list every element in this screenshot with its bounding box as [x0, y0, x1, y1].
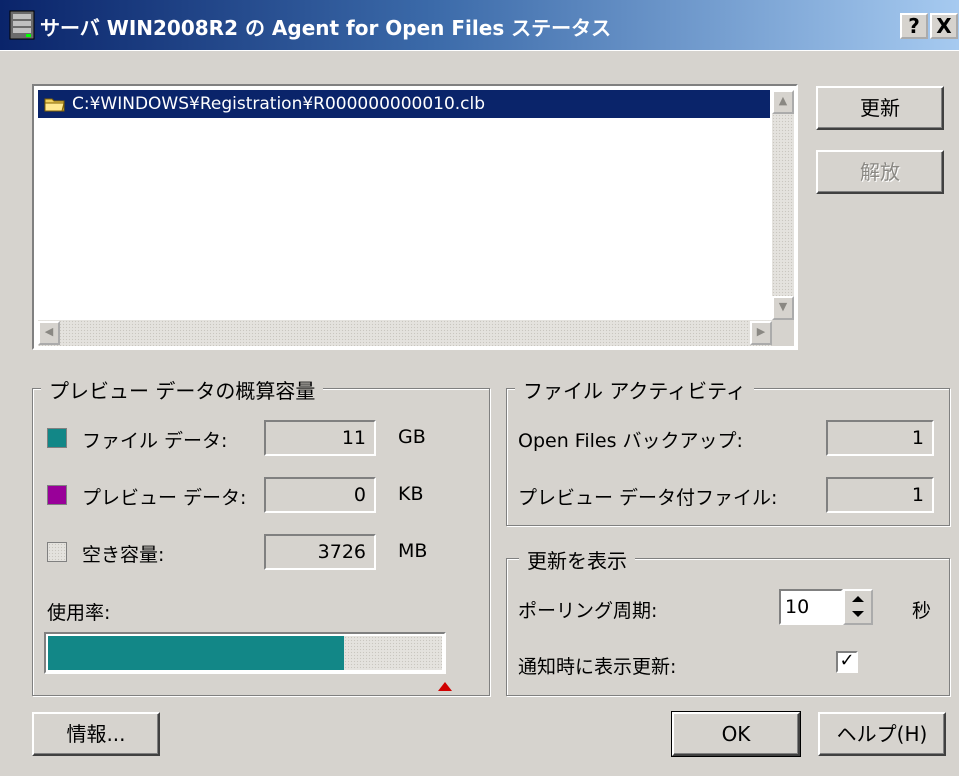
- polling-interval-input[interactable]: 10: [779, 589, 843, 625]
- refresh-button[interactable]: 更新: [816, 86, 944, 130]
- list-item-path: C:¥WINDOWS¥Registration¥R000000000010.cl…: [72, 94, 486, 114]
- notify-refresh-checkbox[interactable]: ✓: [836, 651, 858, 673]
- preview-data-color-swatch: [47, 485, 67, 505]
- threshold-marker-icon: [438, 682, 452, 691]
- horizontal-scrollbar[interactable]: ◀ ▶: [38, 320, 772, 346]
- scroll-right-icon[interactable]: ▶: [750, 321, 772, 345]
- polling-interval-spinner[interactable]: [843, 589, 873, 625]
- file-data-color-swatch: [47, 428, 67, 448]
- preview-group-title: プレビュー データの概算容量: [41, 375, 324, 404]
- spin-up-icon[interactable]: [852, 596, 864, 602]
- help-button[interactable]: ヘルプ(H): [818, 712, 946, 756]
- free-space-label: 空き容量:: [82, 544, 165, 566]
- free-space-color-swatch: [47, 542, 67, 562]
- refresh-group-title: 更新を表示: [519, 545, 635, 574]
- free-space-unit: MB: [398, 540, 428, 562]
- preview-data-label: プレビュー データ:: [82, 487, 247, 509]
- open-files-backup-label: Open Files バックアップ:: [518, 430, 743, 452]
- usage-progress-bar: [44, 632, 446, 674]
- vertical-scrollbar[interactable]: ▲ ▼: [772, 90, 794, 320]
- server-icon: [9, 10, 35, 40]
- activity-group-title: ファイル アクティビティ: [515, 375, 754, 404]
- title-bar[interactable]: サーバ WIN2008R2 の Agent for Open Files ステー…: [0, 0, 959, 51]
- window-title: サーバ WIN2008R2 の Agent for Open Files ステー…: [40, 16, 612, 40]
- checkmark-icon: ✓: [839, 650, 855, 671]
- scroll-up-icon[interactable]: ▲: [772, 90, 794, 114]
- help-question-icon: ?: [908, 14, 920, 38]
- polling-interval-label: ポーリング周期:: [518, 600, 658, 622]
- file-data-label: ファイル データ:: [82, 430, 228, 452]
- preview-files-label: プレビュー データ付ファイル:: [518, 487, 778, 509]
- ok-button[interactable]: OK: [671, 711, 801, 757]
- spin-down-icon[interactable]: [852, 611, 864, 617]
- preview-data-value: 0: [264, 477, 376, 513]
- open-files-backup-value: 1: [826, 420, 934, 456]
- list-item[interactable]: C:¥WINDOWS¥Registration¥R000000000010.cl…: [38, 90, 770, 118]
- release-button[interactable]: 解放: [816, 150, 944, 194]
- folder-icon: [44, 98, 65, 112]
- polling-unit: 秒: [912, 600, 932, 622]
- scroll-down-icon[interactable]: ▼: [772, 296, 794, 320]
- file-data-unit: GB: [398, 426, 426, 448]
- help-title-button[interactable]: ?: [900, 13, 928, 39]
- usage-label: 使用率:: [47, 602, 111, 624]
- preview-files-value: 1: [826, 477, 934, 513]
- preview-data-unit: KB: [398, 483, 424, 505]
- open-files-list[interactable]: C:¥WINDOWS¥Registration¥R000000000010.cl…: [32, 84, 798, 350]
- free-space-value: 3726: [264, 534, 376, 570]
- usage-progress-fill: [48, 636, 344, 670]
- close-icon: X: [936, 14, 952, 38]
- usage-progress-empty: [344, 636, 442, 670]
- file-data-value: 11: [264, 420, 376, 456]
- info-button[interactable]: 情報...: [32, 712, 160, 756]
- scrollbar-corner: [772, 320, 794, 346]
- scroll-left-icon[interactable]: ◀: [38, 321, 60, 345]
- close-button[interactable]: X: [930, 13, 958, 39]
- notify-refresh-label: 通知時に表示更新:: [518, 656, 677, 678]
